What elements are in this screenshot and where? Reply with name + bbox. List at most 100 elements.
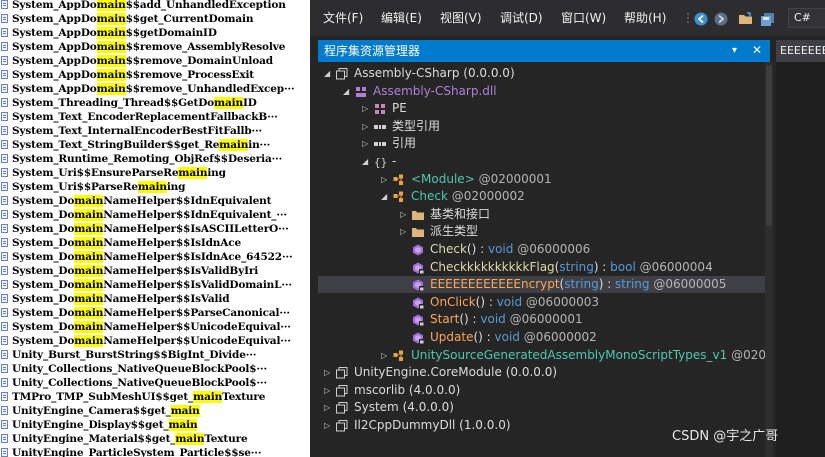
function-name: System_Threading_Thread$$GetDomainID (12, 96, 257, 110)
tree-node[interactable]: ▷ UnitySourceGeneratedAssemblyMonoScriptT… (318, 347, 773, 364)
label-part: ) : (593, 259, 611, 274)
collapsed-arrow-icon[interactable]: ▷ (381, 347, 391, 364)
tree-node[interactable]: ◢ Assembly-CSharp.dll (318, 83, 773, 100)
function-name-part: System_Text_InternalEncoderBestFitFallb·… (12, 125, 263, 137)
search-result-row[interactable]: System_Uri$$EnsureParseRemaining (0, 166, 310, 180)
tree-node[interactable]: ◢ Check @02000002 (318, 188, 773, 205)
search-result-row[interactable]: System_DomainNameHelper$$IsIdnAce_64522·… (0, 250, 310, 264)
tree-node[interactable]: EEEEEEEEEEEEncrypt(string) : string @060… (318, 276, 773, 294)
search-result-row[interactable]: System_DomainNameHelper$$ParseCanonical·… (0, 306, 310, 320)
search-result-row[interactable]: System_AppDomain$$remove_UnhandledExcep·… (0, 82, 310, 96)
tree-node[interactable]: ◢ Assembly-CSharp (0.0.0.0) (318, 65, 773, 82)
search-result-row[interactable]: System_AppDomain$$remove_AssemblyResolve (0, 40, 310, 54)
search-result-row[interactable]: System_DomainNameHelper$$IsValid (0, 292, 310, 306)
back-icon[interactable] (694, 11, 708, 26)
function-name-part: System_Do (12, 251, 75, 263)
tree-node[interactable]: CheckkkkkkkkkkFlag(string) : bool @06000… (318, 259, 773, 276)
expanded-arrow-icon[interactable]: ◢ (343, 83, 353, 100)
panel-close-icon[interactable]: ✕ (752, 42, 762, 58)
menu-edit[interactable]: 编辑(E) (381, 10, 422, 26)
function-name-part: System_Uri$$ParseRe (12, 181, 138, 193)
menu-file[interactable]: 文件(F) (323, 10, 363, 26)
search-result-row[interactable]: System_Text_InternalEncoderBestFitFallb·… (0, 124, 310, 138)
collapsed-arrow-icon[interactable]: ▷ (324, 417, 334, 434)
search-result-row[interactable]: System_AppDomain$$remove_DomainUnload (0, 54, 310, 68)
expanded-arrow-icon[interactable]: ◢ (324, 65, 334, 82)
search-result-row[interactable]: System_AppDomain$$get_CurrentDomain (0, 12, 310, 26)
collapsed-arrow-icon[interactable]: ▷ (362, 100, 372, 117)
tree-node[interactable]: ◢{} - (318, 153, 773, 170)
search-result-row[interactable]: System_DomainNameHelper$$IsValidDomainL·… (0, 278, 310, 292)
collapsed-arrow-icon[interactable]: ▷ (400, 206, 410, 223)
pe-icon (374, 103, 388, 115)
function-name-part: System_Uri$$EnsureParseRe (12, 167, 179, 179)
menu-window[interactable]: 窗口(W) (561, 10, 606, 26)
search-result-row[interactable]: Unity_Collections_NativeQueueBlockPool$·… (0, 376, 310, 390)
collapsed-arrow-icon[interactable]: ▷ (400, 223, 410, 240)
function-name: System_DomainNameHelper$$IdnEquivalent (12, 194, 271, 208)
scrollbar-thumb[interactable] (766, 66, 772, 226)
tree-node[interactable]: ▷ mscorlib (4.0.0.0) (318, 382, 773, 399)
language-select[interactable]: C# (788, 8, 825, 28)
function-icon (1, 154, 8, 163)
tree-node[interactable]: ▷ 引用 (318, 135, 773, 152)
search-result-row[interactable]: UnityEngine_Material$$get_mainTexture (0, 432, 310, 446)
menu-debug[interactable]: 调试(D) (500, 10, 543, 26)
tree-node[interactable]: Update() : void @06000002 (318, 329, 773, 346)
save-all-icon[interactable] (760, 11, 774, 26)
search-result-row[interactable]: System_Uri$$ParseRemaining (0, 180, 310, 194)
search-result-row[interactable]: System_AppDomain$$add_UnhandledException (0, 0, 310, 12)
panel-dropdown-icon[interactable]: ▾ (732, 43, 737, 59)
search-result-row[interactable]: Unity_Burst_BurstString$$BigInt_Divide··… (0, 348, 310, 362)
search-result-row[interactable]: System_DomainNameHelper$$UnicodeEquival·… (0, 334, 310, 348)
search-result-row[interactable]: System_Text_EncoderReplacementFallbackB·… (0, 110, 310, 124)
open-folder-icon[interactable] (738, 11, 752, 25)
function-name: System_AppDomain$$get_CurrentDomain (12, 12, 253, 26)
search-result-row[interactable]: System_DomainNameHelper$$IdnEquivalent (0, 194, 310, 208)
search-result-row[interactable]: System_DomainNameHelper$$IsIdnAce (0, 236, 310, 250)
tree-node[interactable]: Check() : void @06000006 (318, 241, 773, 258)
tree-node[interactable]: ▷ 基类和接口 (318, 206, 773, 223)
collapsed-arrow-icon[interactable]: ▷ (324, 382, 334, 399)
tree-node-label: 引用 (392, 135, 416, 152)
search-highlight: main (96, 13, 126, 25)
editor-tab[interactable]: EEEEEEEEE (776, 40, 825, 62)
search-result-row[interactable]: UnityEngine_Display$$get_main (0, 418, 310, 432)
search-result-row[interactable]: System_DomainNameHelper$$IsValidByIri (0, 264, 310, 278)
search-result-row[interactable]: System_AppDomain$$remove_ProcessExit (0, 68, 310, 82)
collapsed-arrow-icon[interactable]: ▷ (362, 118, 372, 135)
collapsed-arrow-icon[interactable]: ▷ (362, 135, 372, 152)
search-result-row[interactable]: System_Runtime_Remoting_ObjRef$$Deseria·… (0, 152, 310, 166)
collapsed-arrow-icon[interactable]: ▷ (324, 364, 334, 381)
tree-node[interactable]: ▷ System (4.0.0.0) (318, 399, 773, 416)
menu-view[interactable]: 视图(V) (440, 10, 482, 26)
tree-scrollbar[interactable] (765, 62, 773, 457)
tree-node[interactable]: OnClick() : void @06000003 (318, 294, 773, 311)
search-result-row[interactable]: Unity_Collections_NativeQueueBlockPool$·… (0, 362, 310, 376)
search-result-row[interactable]: System_Text_StringBuilder$$get_Remainin·… (0, 138, 310, 152)
tree-node-label: PE (392, 100, 407, 117)
search-result-row[interactable]: System_DomainNameHelper$$IsASCIILetterO·… (0, 222, 310, 236)
search-result-row[interactable]: TMPro_TMP_SubMeshUI$$get_mainTexture (0, 390, 310, 404)
tree-node[interactable]: ▷ PE (318, 100, 773, 117)
search-result-row[interactable]: System_Threading_Thread$$GetDomainID (0, 96, 310, 110)
tree-node[interactable]: ▷ UnityEngine.CoreModule (0.0.0.0) (318, 364, 773, 381)
function-name: System_Runtime_Remoting_ObjRef$$Deseria·… (12, 152, 282, 166)
function-icon (1, 210, 8, 219)
search-result-row[interactable]: UnityEngine_ParticleSystem_Particle$$se·… (0, 446, 310, 457)
menu-help[interactable]: 帮助(H) (624, 10, 666, 26)
tree-node[interactable]: ▷ 派生类型 (318, 223, 773, 240)
tree-node[interactable]: ▷ 类型引用 (318, 118, 773, 135)
tree-node[interactable]: Start() : void @06000001 (318, 311, 773, 328)
search-result-row[interactable]: System_DomainNameHelper$$IdnEquivalent_·… (0, 208, 310, 222)
forward-icon[interactable] (714, 11, 728, 26)
tree-node[interactable]: ▷ <Module> @02000001 (318, 171, 773, 188)
search-result-row[interactable]: System_DomainNameHelper$$UnicodeEquival·… (0, 320, 310, 334)
search-result-row[interactable]: System_AppDomain$$getDomainID (0, 26, 310, 40)
search-result-row[interactable]: UnityEngine_Camera$$get_main (0, 404, 310, 418)
expanded-arrow-icon[interactable]: ◢ (362, 153, 372, 170)
function-name-part: System_Threading_Thread$$GetDo (12, 97, 215, 109)
collapsed-arrow-icon[interactable]: ▷ (324, 399, 334, 416)
collapsed-arrow-icon[interactable]: ▷ (381, 171, 391, 188)
expanded-arrow-icon[interactable]: ◢ (381, 188, 391, 205)
